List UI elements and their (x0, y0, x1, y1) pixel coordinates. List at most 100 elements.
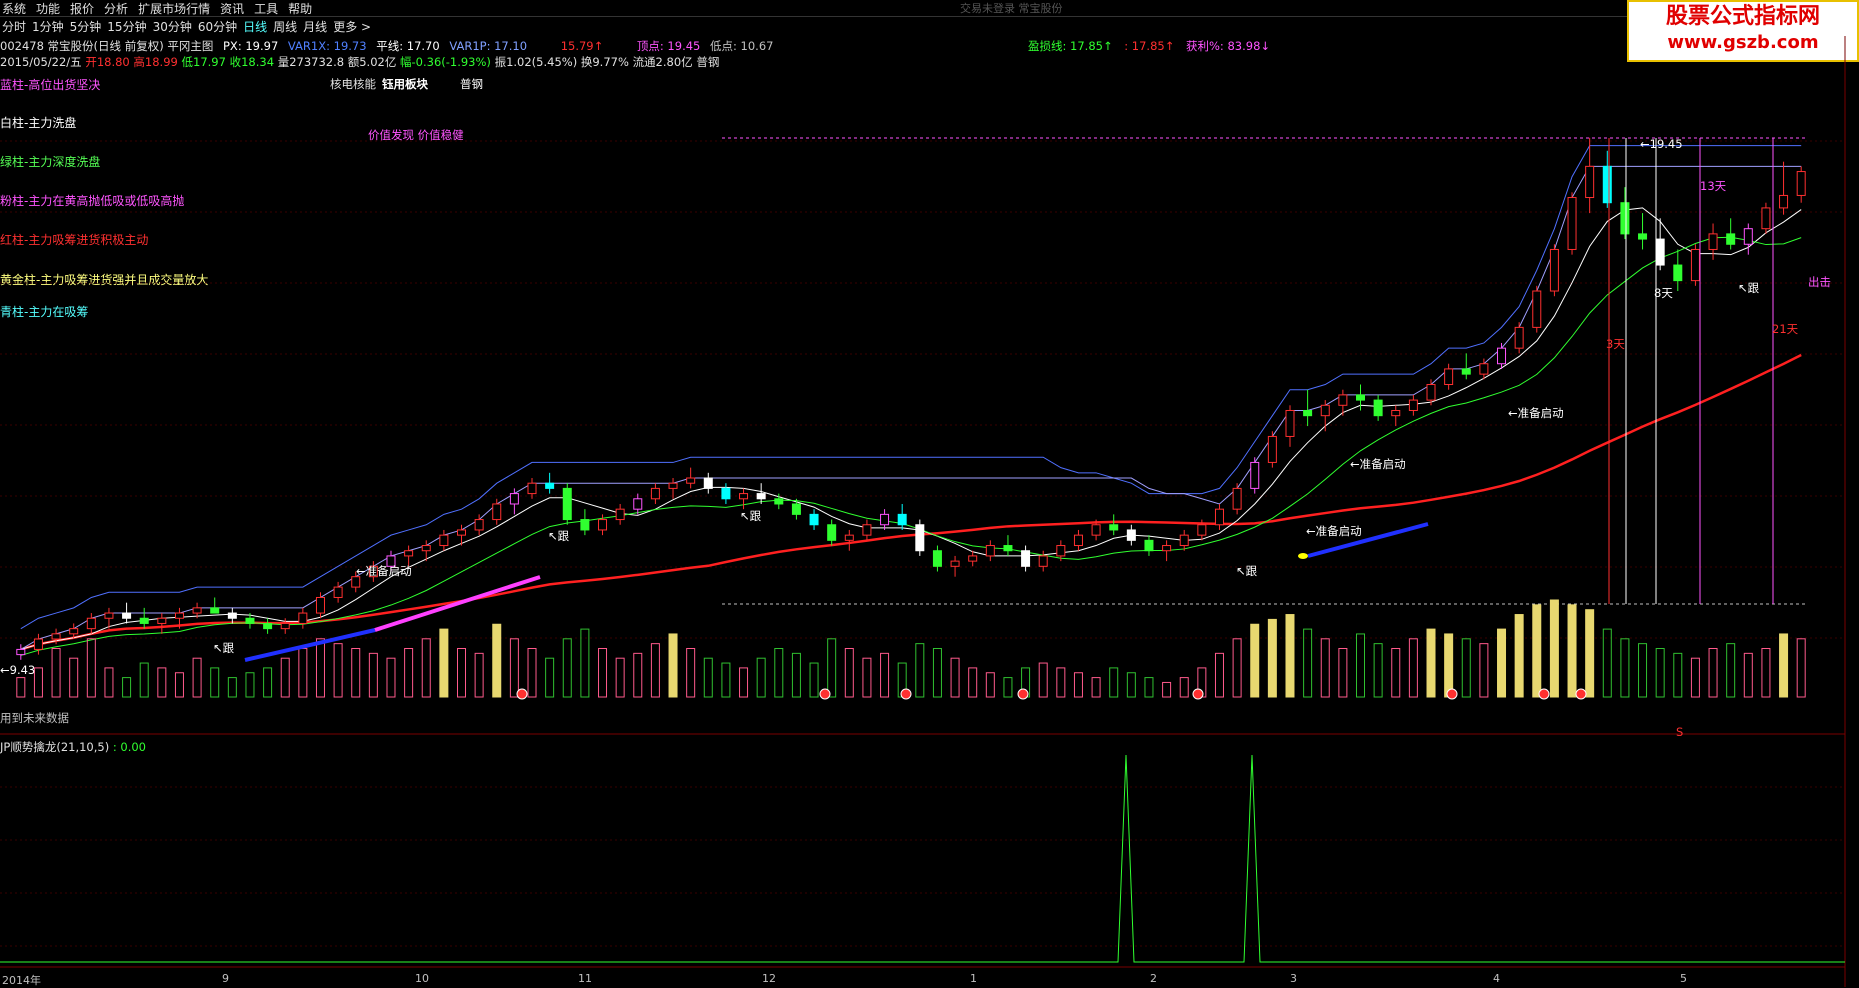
indicator-title: JP顺势擒龙(21,10,5) : 0.00 (0, 739, 146, 755)
candle-body (844, 534, 854, 541)
volume-bar (1038, 662, 1048, 698)
x-label-11: 11 (578, 972, 592, 985)
candle-body (1461, 368, 1471, 375)
volume-bar (915, 643, 925, 698)
volume-bar (1761, 648, 1771, 698)
candle-body (1497, 347, 1507, 365)
volume-bar (192, 657, 202, 698)
candle-body (1303, 409, 1313, 417)
candle-body (633, 498, 643, 510)
candle-body (210, 607, 220, 614)
volume-bar (950, 657, 960, 698)
volume-bar (333, 643, 343, 698)
volume-bar (1091, 677, 1101, 698)
candle-body (492, 503, 502, 521)
volume-bar (1320, 638, 1330, 698)
x-label-10: 10 (415, 972, 429, 985)
signal-dot (900, 688, 912, 700)
volume-bar (157, 667, 167, 698)
volume-bar (457, 648, 466, 698)
volume-bar (315, 638, 325, 698)
volume-bar (1162, 681, 1172, 698)
volume-bar (791, 652, 801, 698)
volume-bar (1109, 667, 1119, 698)
candle-body (1708, 233, 1718, 250)
candle-body (968, 555, 978, 562)
volume-bar (968, 667, 978, 698)
candle-body (263, 622, 273, 630)
candle-body (139, 617, 149, 624)
candle-body (474, 519, 484, 531)
candle-body (421, 545, 431, 552)
volume-bar (474, 652, 484, 698)
volume-bar (1408, 638, 1418, 698)
sell-mark: S (1676, 725, 1684, 739)
candle-body (580, 519, 590, 531)
annotation-top-price: ←19.45 (1640, 137, 1683, 151)
candle-body (51, 633, 61, 640)
volume-bar (263, 667, 273, 698)
candle-body (509, 493, 519, 505)
candle-body (686, 477, 696, 484)
volume-bar (227, 677, 237, 698)
candle-body (1144, 539, 1154, 552)
signal-dot (1538, 688, 1550, 700)
candle-body (174, 612, 184, 619)
volume-bar (421, 638, 431, 698)
indicator-line (0, 754, 1845, 963)
volume-bar (1708, 648, 1718, 698)
volume-bar (1338, 648, 1348, 698)
volume-bar (721, 662, 731, 698)
candle-body (527, 482, 537, 495)
volume-bar (1655, 648, 1665, 698)
signal-dot (1017, 688, 1029, 700)
volume-bar (439, 628, 449, 698)
volume-bar (1126, 672, 1136, 698)
candle-body (950, 560, 960, 567)
volume-bar (298, 648, 308, 698)
x-label-5: 5 (1680, 972, 1687, 985)
annotation-8-days: 8天 (1654, 286, 1673, 300)
candle-body (1444, 368, 1454, 386)
candle-body (1743, 228, 1753, 245)
future-data-note: 用到未来数据 (0, 711, 69, 725)
ma-magenta-segment (374, 575, 541, 632)
volume-bar (1250, 623, 1260, 698)
volume-bar (1373, 643, 1383, 698)
candle-body (598, 519, 608, 531)
candle-body (1197, 524, 1207, 536)
candle-body (69, 628, 79, 635)
candle-body (545, 482, 555, 489)
candle-body (1408, 399, 1418, 411)
volume-bar (104, 667, 114, 698)
candle-body (33, 638, 43, 650)
candle-body (1021, 550, 1031, 567)
volume-bar (1532, 604, 1542, 698)
volume-bar (122, 677, 132, 698)
candle-body (1232, 487, 1242, 510)
signal-dot (516, 688, 528, 700)
x-label-1: 1 (970, 972, 977, 985)
x-label-3: 3 (1290, 972, 1297, 985)
candle-body (1285, 409, 1295, 437)
annotation-follow-2: ↖跟 (548, 529, 570, 543)
annotation-13-days: 13天 (1700, 179, 1727, 193)
volume-bar (174, 672, 184, 698)
candle-body (1620, 202, 1630, 235)
candle-body (1003, 545, 1013, 552)
volume-bar (932, 648, 942, 698)
volume-bar (386, 657, 396, 698)
candle-body (880, 513, 890, 526)
volume-bar (1567, 604, 1577, 698)
candle-body (1338, 394, 1348, 406)
candle-body (562, 487, 572, 521)
volume-bar (774, 648, 784, 698)
candle-body (1162, 545, 1172, 552)
volume-bar (1144, 677, 1154, 698)
x-label-4: 4 (1493, 972, 1500, 985)
volume-bar (1303, 628, 1313, 698)
candle-body (1214, 508, 1224, 526)
volume-bar (1426, 628, 1436, 698)
volume-bar (1461, 638, 1471, 698)
volume-bar (1179, 677, 1189, 698)
